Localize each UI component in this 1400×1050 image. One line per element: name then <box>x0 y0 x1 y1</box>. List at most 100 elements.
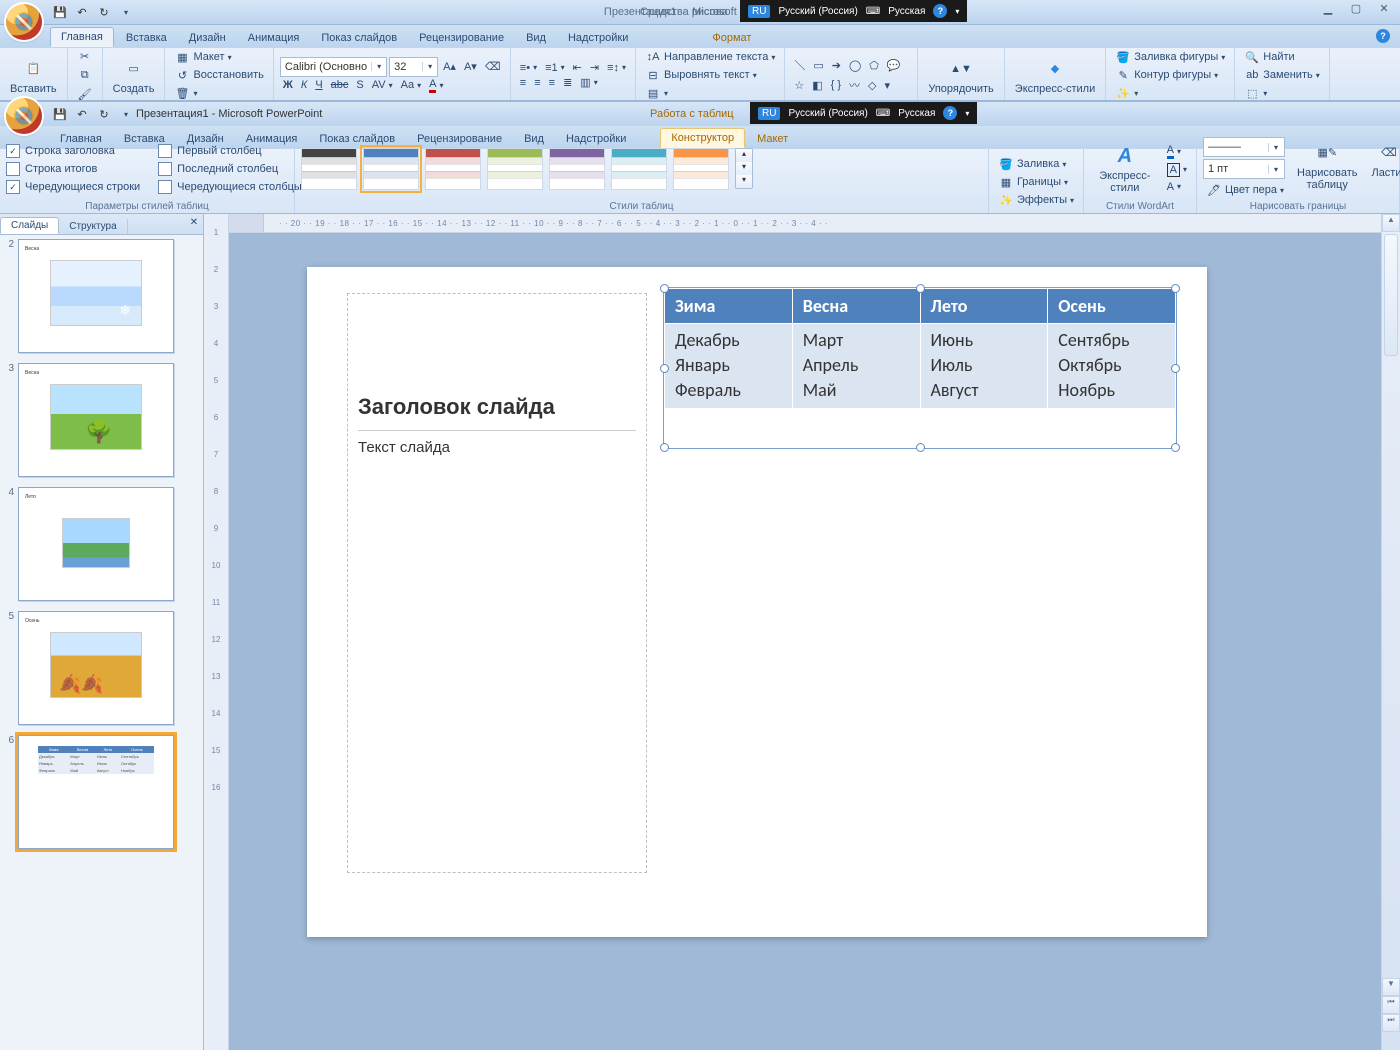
align-center-button[interactable]: ≡ <box>531 76 543 90</box>
slides-pane-close[interactable]: ✕ <box>188 217 200 229</box>
tab-review[interactable]: Рецензирование <box>409 29 514 47</box>
columns-button[interactable]: ▥ <box>577 75 600 90</box>
shape-callout-icon[interactable]: 💬 <box>884 58 904 73</box>
table-style-swatch-4[interactable] <box>549 148 605 190</box>
pen-weight-combo[interactable]: 1 пт▾ <box>1203 159 1285 179</box>
shape-block-icon[interactable]: ◧ <box>809 78 825 93</box>
table-style-swatch-1[interactable] <box>363 148 419 190</box>
italic-button[interactable]: К <box>298 78 310 92</box>
shape-chev-icon[interactable]: ⬠ <box>866 58 882 73</box>
slides-tab[interactable]: Слайды <box>0 217 59 234</box>
vertical-scrollbar[interactable]: ▲ ▼ ⏮ ⏭ <box>1381 214 1400 1050</box>
tab-anim[interactable]: Анимация <box>238 29 310 47</box>
col-summer[interactable]: Лето <box>920 289 1048 324</box>
qat-customize[interactable] <box>116 2 136 22</box>
font-size-combo[interactable]: 32▾ <box>389 57 438 77</box>
delete-slide-button[interactable]: 🗑 <box>171 84 266 102</box>
shape-more-icon[interactable]: ▾ <box>881 78 893 93</box>
title-placeholder[interactable]: Заголовок слайда Текст слайда <box>347 293 647 873</box>
shape-oval-icon[interactable]: ◯ <box>846 58 864 73</box>
col-autumn[interactable]: Осень <box>1048 289 1176 324</box>
wordart-effect-button[interactable]: A <box>1164 180 1190 194</box>
scroll-thumb[interactable] <box>1384 234 1398 356</box>
qat-customize-inner[interactable] <box>116 104 136 124</box>
dec-indent-button[interactable]: ⇤ <box>570 60 585 75</box>
shape-outline-button[interactable]: ✎Контур фигуры <box>1112 66 1228 84</box>
minimize-button[interactable]: ▁ <box>1316 0 1340 16</box>
table-style-gallery[interactable]: ▴▾▾ <box>301 145 982 206</box>
inc-indent-button[interactable]: ⇥ <box>587 60 602 75</box>
shape-arrow-icon[interactable]: ➔ <box>829 58 844 73</box>
shape-flow-icon[interactable]: ◇ <box>865 78 879 93</box>
opt-banded-rows[interactable]: ✓Чередующиеся строки <box>6 180 140 194</box>
ribbon-help-icon[interactable]: ? <box>1376 29 1390 43</box>
pen-style-combo[interactable]: ―――▾ <box>1203 137 1285 157</box>
bold-button[interactable]: Ж <box>280 78 296 92</box>
wordart-fill-button[interactable]: A <box>1164 143 1190 160</box>
table-borders-button[interactable]: ▦Границы <box>995 173 1077 191</box>
justify-button[interactable]: ≣ <box>560 75 575 90</box>
thumb-5[interactable]: Осень 🍂🍂 <box>18 611 174 725</box>
tab-view[interactable]: Вид <box>516 29 556 47</box>
tab-insert[interactable]: Вставка <box>116 29 177 47</box>
prev-slide-button[interactable]: ⏮ <box>1382 996 1400 1014</box>
copy-button[interactable]: ⧉ <box>74 66 96 84</box>
font-color-button[interactable]: A <box>426 77 446 94</box>
bullets-button[interactable]: ≡• <box>517 61 540 75</box>
find-button[interactable]: 🔍Найти <box>1241 48 1322 66</box>
slide-thumbnails[interactable]: 2 Весна ❄ 3 Весна 🌳 4 Лето <box>0 235 203 1050</box>
opt-total-row[interactable]: Строка итогов <box>6 162 140 176</box>
close-button[interactable]: ✕ <box>1372 0 1396 16</box>
shape-curve-icon[interactable]: 〰 <box>846 76 863 94</box>
numbering-button[interactable]: ≡1 <box>542 61 568 75</box>
eraser-button[interactable]: ⌫ Ластик <box>1367 137 1400 181</box>
opt-last-col[interactable]: Последний столбец <box>158 162 302 176</box>
strike-button[interactable]: abc <box>328 78 352 92</box>
shape-bracket-icon[interactable]: { } <box>828 78 844 92</box>
align-right-button[interactable]: ≡ <box>546 76 558 90</box>
seasons-table[interactable]: Зима Весна Лето Осень Декабрь Январь Фев… <box>664 288 1176 409</box>
opt-banded-cols[interactable]: Чередующиеся столбцы <box>158 180 302 194</box>
ruler-toggle[interactable] <box>229 214 264 232</box>
cell-spring[interactable]: Март Апрель Май <box>792 324 920 409</box>
shape-fill-button[interactable]: 🪣Заливка фигуры <box>1112 48 1228 66</box>
tab-design[interactable]: Дизайн <box>179 29 236 47</box>
scroll-down-button[interactable]: ▼ <box>1382 978 1400 996</box>
char-spacing-button[interactable]: AV <box>369 78 396 92</box>
outline-tab[interactable]: Структура <box>59 219 127 234</box>
change-case-button[interactable]: Aa <box>398 78 424 92</box>
thumb-6[interactable]: ЗимаВеснаЛетоОсень ДекабрьМартИюньСентяб… <box>18 735 174 849</box>
pen-color-button[interactable]: 🖊Цвет пера <box>1203 181 1287 199</box>
convert-smartart-button[interactable]: ▤ <box>642 84 778 102</box>
thumb-4[interactable]: Лето <box>18 487 174 601</box>
underline-button[interactable]: Ч <box>312 78 325 92</box>
table-style-swatch-2[interactable] <box>425 148 481 190</box>
wordart-quickstyles-button[interactable]: A Экспресс-стили <box>1090 140 1160 196</box>
align-text-button[interactable]: ⊟Выровнять текст <box>642 66 778 84</box>
table-fill-button[interactable]: 🪣Заливка <box>995 155 1077 173</box>
tab-addins[interactable]: Надстройки <box>558 29 638 47</box>
maximize-button[interactable]: ▢ <box>1344 0 1368 16</box>
office-button-inner[interactable] <box>6 98 42 134</box>
qat-undo-inner[interactable]: ↶ <box>72 104 92 124</box>
slide-canvas[interactable]: Заголовок слайда Текст слайда <box>307 267 1207 937</box>
office-button[interactable] <box>6 4 42 40</box>
opt-first-col[interactable]: Первый столбец <box>158 144 302 158</box>
tab-format[interactable]: Формат <box>702 29 761 47</box>
select-button[interactable]: ⬚ <box>1241 84 1322 102</box>
text-direction-button[interactable]: ↕AНаправление текста <box>642 48 778 66</box>
tab-slideshow[interactable]: Показ слайдов <box>311 29 407 47</box>
shadow-button[interactable]: S <box>353 78 366 92</box>
thumb-2[interactable]: Весна ❄ <box>18 239 174 353</box>
shrink-font-button[interactable]: A▾ <box>461 59 480 74</box>
restore-button[interactable]: ↺Восстановить <box>171 66 266 84</box>
qat-redo-icon[interactable]: ↻ <box>94 2 114 22</box>
qat-save-inner[interactable]: 💾 <box>50 104 70 124</box>
slide-subtext[interactable]: Текст слайда <box>358 439 636 456</box>
scroll-up-button[interactable]: ▲ <box>1382 214 1400 232</box>
shape-effects-button[interactable]: ✨ <box>1112 84 1228 102</box>
line-spacing-button[interactable]: ≡↕ <box>604 61 629 75</box>
font-name-combo[interactable]: Calibri (Основно▾ <box>280 57 387 77</box>
tab-home[interactable]: Главная <box>50 27 114 47</box>
table-style-swatch-6[interactable] <box>673 148 729 190</box>
